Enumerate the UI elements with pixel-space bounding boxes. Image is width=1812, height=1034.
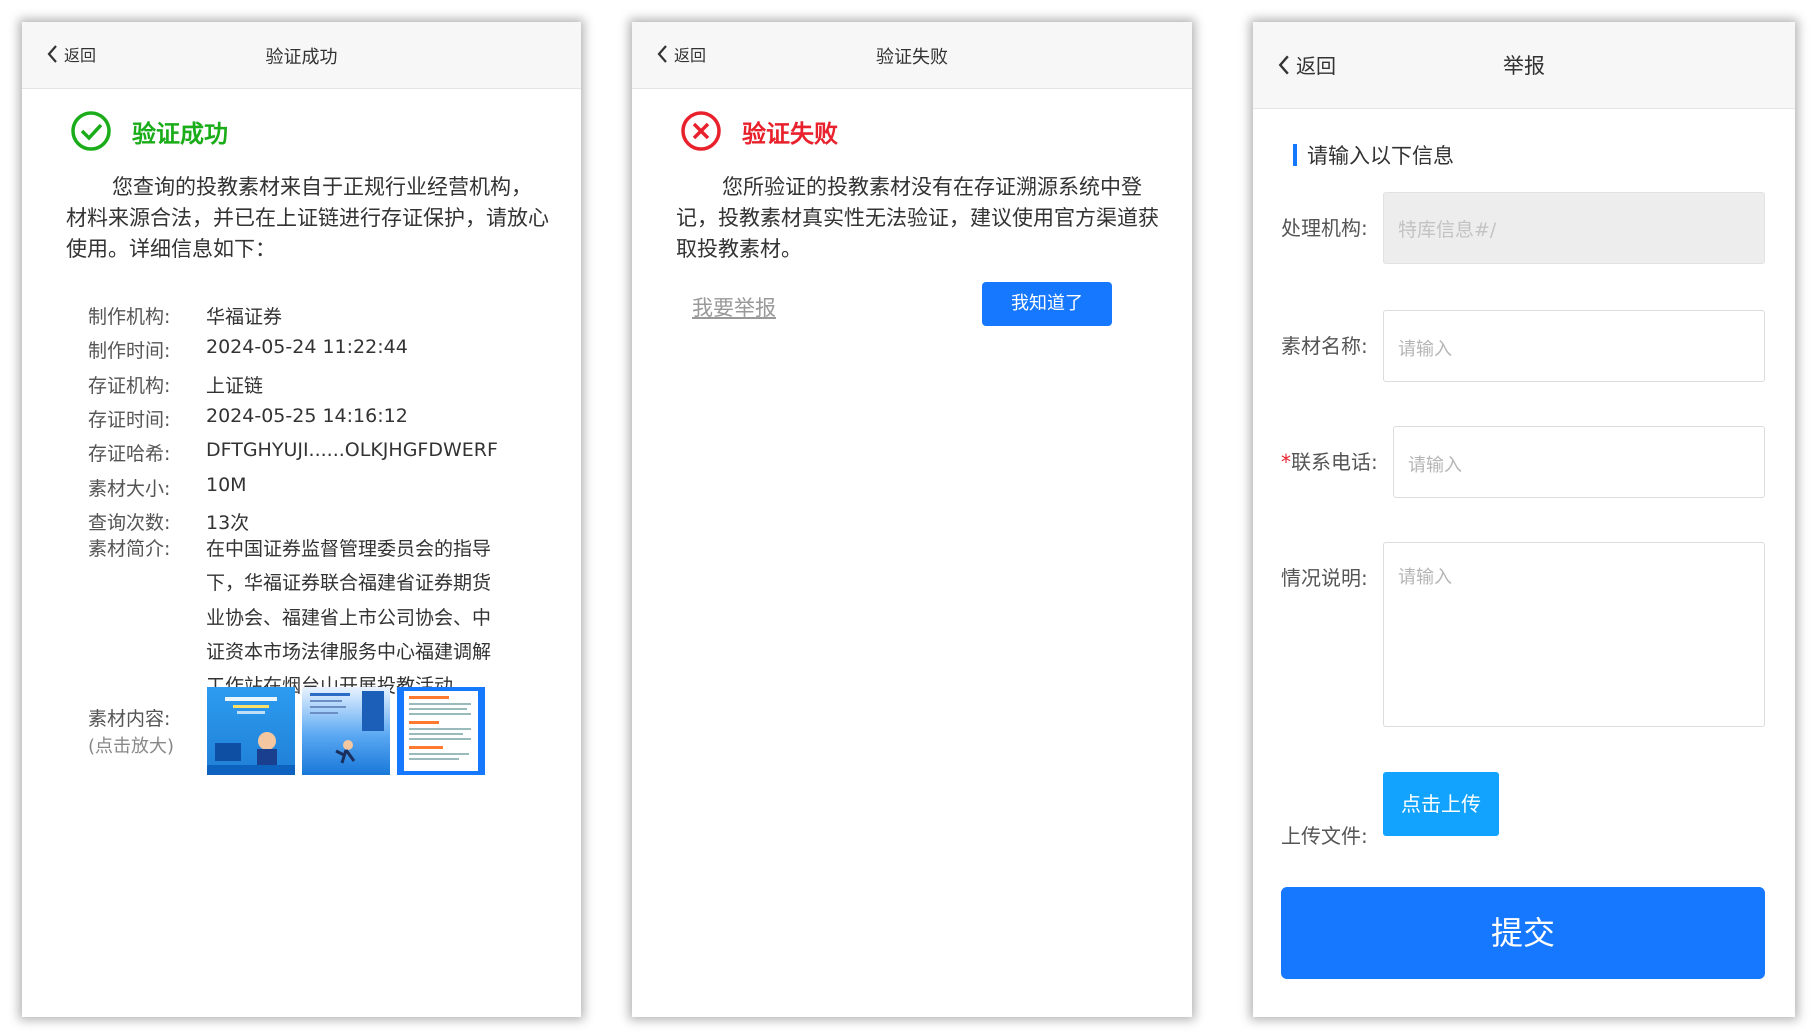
status-text: 验证成功 — [132, 119, 228, 148]
detail-label: 存证时间: — [88, 408, 171, 431]
acknowledge-button[interactable]: 我知道了 — [982, 282, 1112, 326]
page-title: 举报 — [1503, 54, 1545, 78]
status-success: 验证成功 — [70, 110, 228, 152]
result-description: 您查询的投教素材来自于正规行业经营机构，材料来源合法，并已在上证链进行存证保护，… — [66, 175, 549, 261]
report-form-screen: 返回 举报 请输入以下信息 处理机构: 特库信息#/ 素材名称: 请输入 *联系… — [1253, 22, 1795, 1017]
nav-header: 返回 举报 — [1253, 22, 1795, 109]
detail-label: 制作机构: — [88, 306, 171, 328]
detail-label: 素材内容: — [88, 708, 171, 730]
detail-label: 查询次数: — [88, 511, 171, 534]
report-link[interactable]: 我要举报 — [692, 292, 776, 322]
nav-header: 返回 验证成功 — [22, 22, 581, 89]
intro-line: 在中国证券监督管理委员会的指导 — [206, 538, 492, 560]
intro-line: 下，华福证券联合福建省证券期货 — [206, 572, 492, 595]
poster-image — [404, 691, 478, 771]
org-field: 特库信息#/ — [1383, 192, 1765, 264]
result-description: 您所验证的投教素材没有在存证溯源系统中登记，投教素材真实性无法验证，建议使用官方… — [676, 175, 1159, 261]
intro-line: 证资本市场法律服务中心福建调解 — [206, 640, 492, 663]
status-text: 验证失败 — [742, 119, 838, 148]
poster-image — [310, 691, 384, 764]
detail-value: 华福证券 — [206, 306, 283, 328]
org-value: 特库信息#/ — [1398, 219, 1497, 241]
detail-value: 13次 — [206, 511, 250, 534]
placeholder: 请输入 — [1398, 567, 1452, 588]
section-heading: 请输入以下信息 — [1293, 140, 1454, 170]
submit-button[interactable]: 提交 — [1281, 887, 1765, 979]
material-name-input[interactable]: 请输入 — [1383, 310, 1765, 382]
detail-value: 10M — [206, 473, 247, 496]
verify-fail-screen: 返回 验证失败 验证失败 您所验证的投教素材没有在存证溯源系统中登记，投教素材真… — [632, 22, 1192, 1017]
zoom-hint: (点击放大) — [88, 736, 175, 757]
poster-image — [207, 697, 295, 775]
required-mark: * — [1281, 450, 1291, 474]
error-circle-icon — [681, 111, 721, 151]
material-thumbnail-2[interactable] — [302, 687, 390, 775]
verify-success-screen: 返回 验证成功 验证成功 您查询的投教素材来自于正规行业经营机构，材料来源合法，… — [22, 22, 581, 1017]
material-name-label: 素材名称: — [1281, 334, 1368, 358]
material-thumbnail-1[interactable] — [207, 687, 295, 775]
section-title: 请输入以下信息 — [1307, 144, 1454, 168]
phone-input[interactable]: 请输入 — [1393, 426, 1765, 498]
detail-value: 2024-05-24 11:22:44 — [206, 336, 408, 359]
placeholder: 请输入 — [1398, 339, 1452, 360]
page-title: 验证成功 — [265, 47, 338, 68]
org-label: 处理机构: — [1281, 216, 1368, 240]
section-marker — [1293, 144, 1297, 166]
intro-line: 业协会、福建省上市公司协会、中 — [206, 606, 492, 629]
detail-label: 制作时间: — [88, 340, 171, 363]
detail-value: 2024-05-25 14:16:12 — [206, 404, 408, 427]
material-thumbnail-3[interactable] — [397, 687, 485, 775]
check-circle-icon — [71, 111, 111, 151]
detail-label: 存证机构: — [88, 374, 171, 397]
detail-value: 上证链 — [206, 374, 264, 397]
upload-label: 上传文件: — [1281, 824, 1368, 848]
detail-label: 素材简介: — [88, 538, 171, 560]
upload-button[interactable]: 点击上传 — [1383, 772, 1499, 836]
situation-textarea[interactable]: 请输入 — [1383, 542, 1765, 727]
situation-label: 情况说明: — [1281, 566, 1368, 590]
phone-label: *联系电话: — [1281, 446, 1378, 475]
detail-value: DFTGHYUJI......OLKJHGFDWERF — [206, 439, 498, 462]
detail-label: 存证哈希: — [88, 443, 171, 466]
page-title: 验证失败 — [876, 47, 948, 68]
phone-label-text: 联系电话: — [1291, 450, 1378, 474]
nav-header: 返回 验证失败 — [632, 22, 1192, 89]
placeholder: 请输入 — [1408, 455, 1462, 476]
status-fail: 验证失败 — [680, 110, 838, 152]
detail-label: 素材大小: — [88, 477, 171, 500]
